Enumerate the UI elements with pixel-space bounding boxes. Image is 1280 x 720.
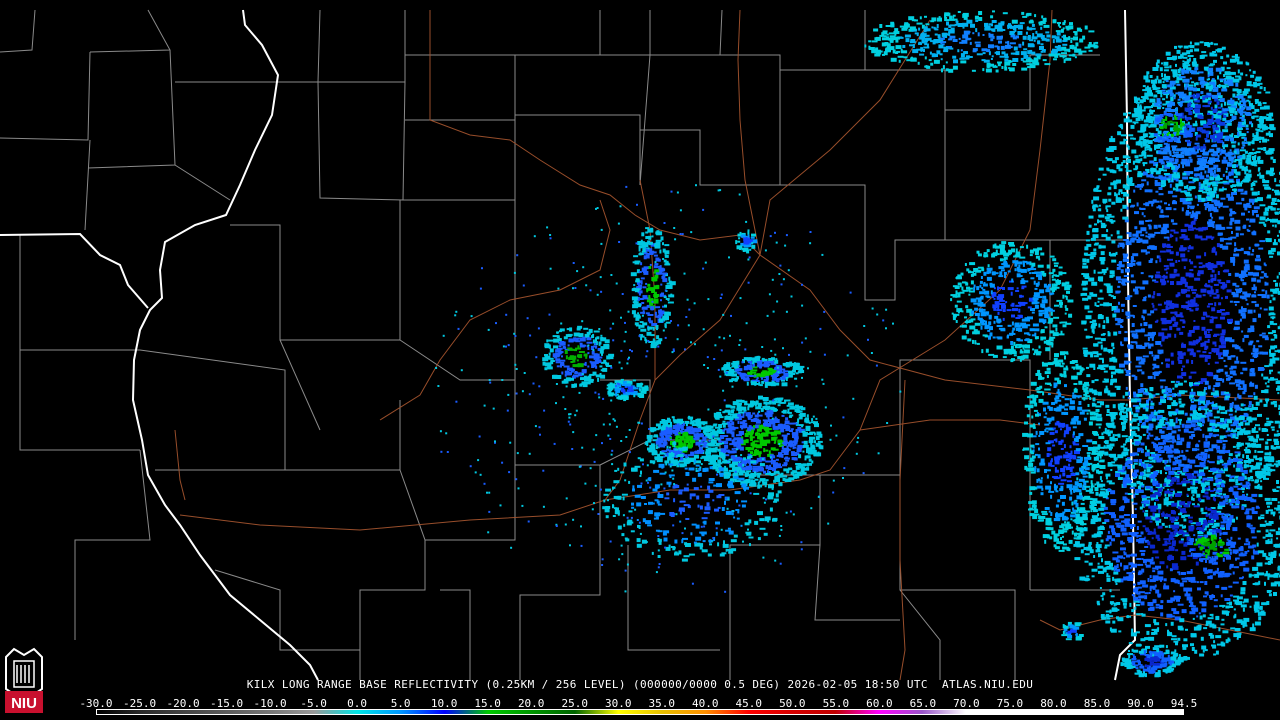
dbz-color-bar: [96, 709, 1184, 715]
niu-logo: NIU: [2, 645, 46, 717]
dbz-scale-labels: -30.0 -25.0 -20.0 -15.0 -10.0 -5.0 0.0 5.0 10.0 1…: [79, 697, 1197, 710]
logo-text: NIU: [11, 695, 37, 712]
radar-map: [0, 0, 1280, 720]
product-title: KILX LONG RANGE BASE REFLECTIVITY (0.25K…: [246, 678, 1034, 691]
